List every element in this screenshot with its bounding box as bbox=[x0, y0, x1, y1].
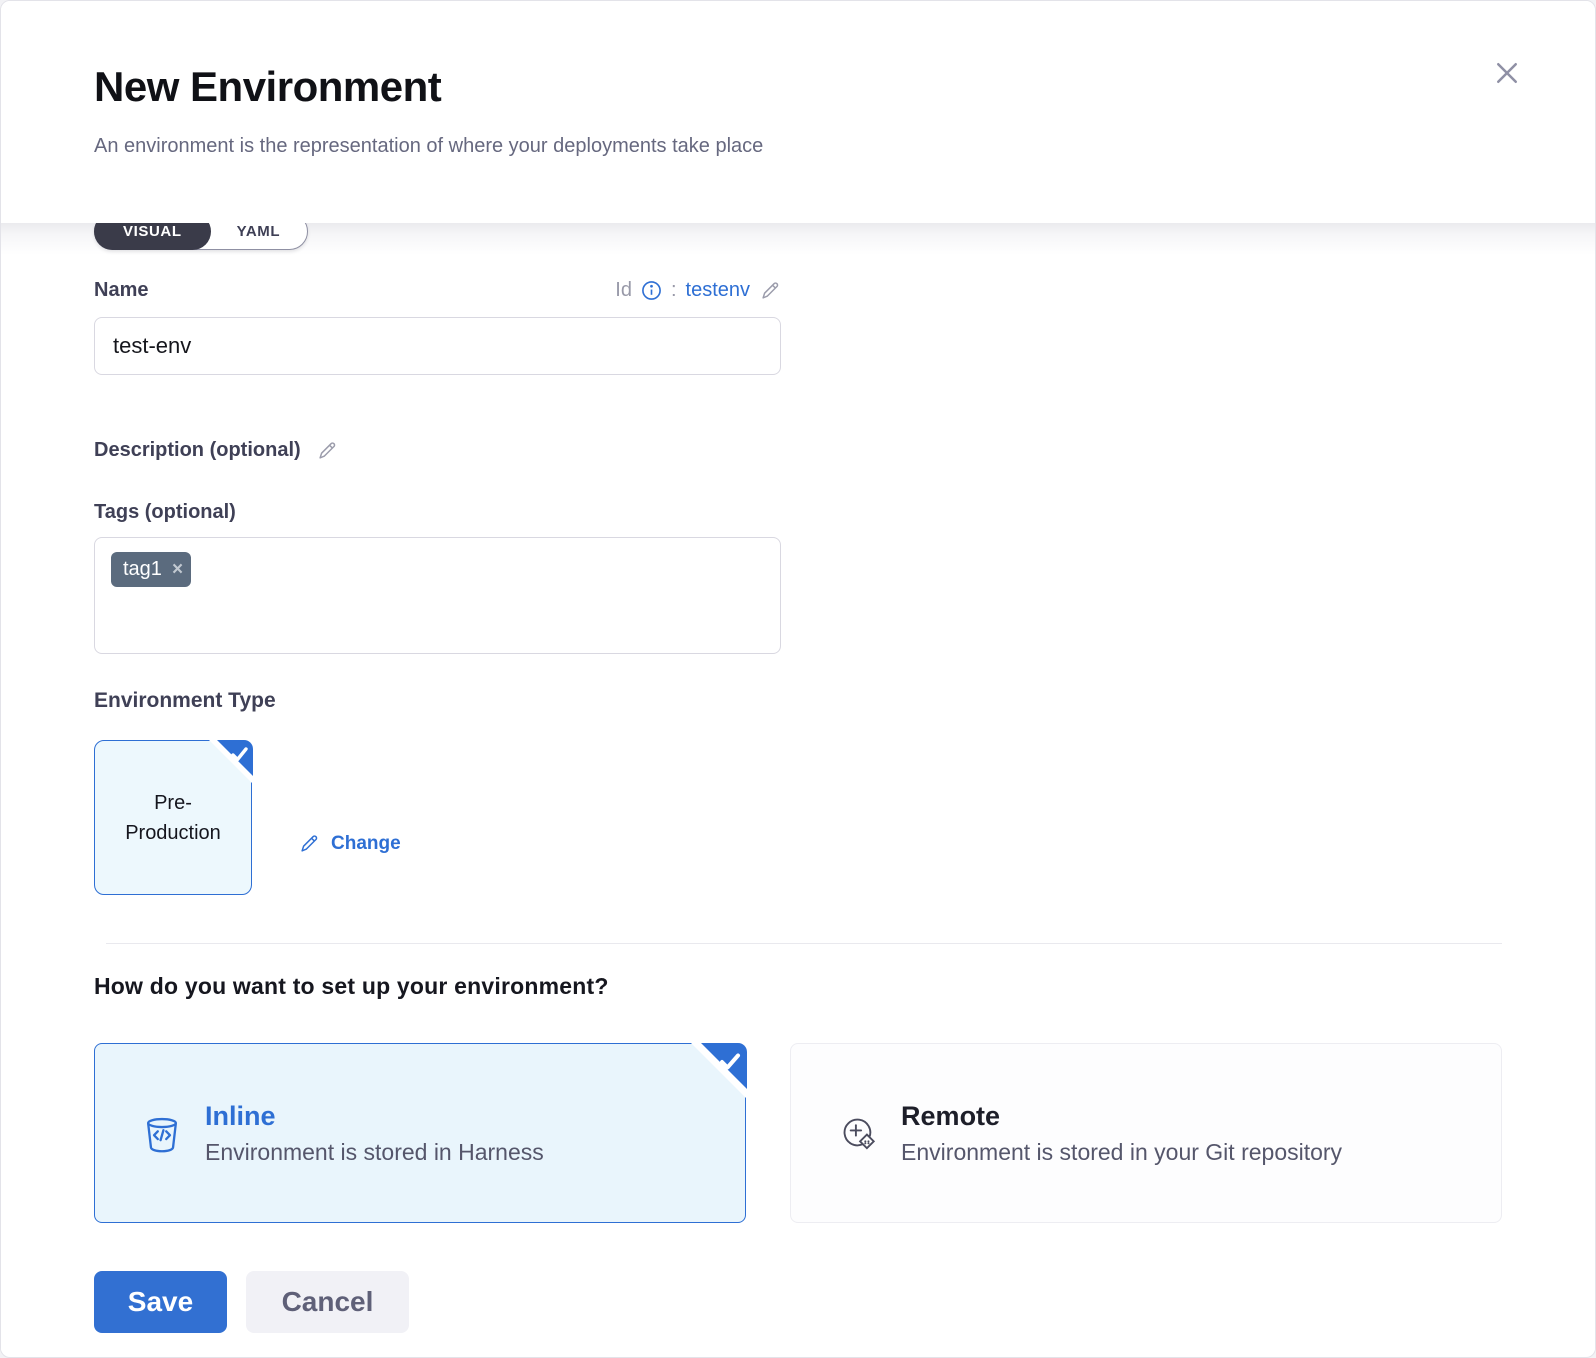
modal-body: VISUAL YAML Name Id : testenv Descriptio… bbox=[1, 223, 1595, 1351]
remote-option-title: Remote bbox=[901, 1101, 1342, 1132]
tags-label: Tags (optional) bbox=[94, 501, 1502, 524]
selected-check-corner bbox=[691, 1043, 747, 1099]
name-input[interactable] bbox=[94, 317, 781, 375]
edit-description-icon[interactable] bbox=[316, 440, 338, 462]
tag-chip: tag1 × bbox=[111, 552, 191, 587]
section-divider bbox=[106, 943, 1502, 944]
close-icon bbox=[1492, 58, 1522, 88]
environment-type-card-pre-production[interactable]: Pre-Production bbox=[94, 740, 252, 895]
edit-pencil-icon bbox=[298, 833, 320, 855]
edit-id-icon[interactable] bbox=[759, 280, 781, 302]
remote-git-icon bbox=[836, 1111, 880, 1155]
environment-type-label: Environment Type bbox=[94, 689, 1502, 713]
remove-tag-icon[interactable]: × bbox=[172, 560, 183, 579]
option-card-remote[interactable]: Remote Environment is stored in your Git… bbox=[790, 1043, 1502, 1223]
tag-chip-label: tag1 bbox=[123, 558, 162, 581]
close-button[interactable] bbox=[1485, 51, 1529, 95]
entity-id-row: Id : testenv bbox=[615, 279, 781, 302]
info-icon[interactable] bbox=[641, 280, 662, 301]
remote-option-description: Environment is stored in your Git reposi… bbox=[901, 1139, 1342, 1166]
environment-type-value: Pre-Production bbox=[107, 788, 239, 848]
id-separator: : bbox=[671, 279, 677, 302]
inline-option-title: Inline bbox=[205, 1101, 544, 1132]
modal-header: New Environment An environment is the re… bbox=[1, 1, 1595, 223]
selected-check-corner bbox=[209, 740, 253, 784]
name-label: Name bbox=[94, 279, 148, 302]
description-label: Description (optional) bbox=[94, 439, 301, 462]
cancel-button[interactable]: Cancel bbox=[246, 1271, 409, 1333]
tags-input[interactable]: tag1 × bbox=[94, 537, 781, 654]
page-title: New Environment bbox=[94, 63, 1502, 111]
inline-harness-bucket-icon bbox=[142, 1112, 182, 1154]
change-label: Change bbox=[331, 833, 401, 855]
setup-heading: How do you want to set up your environme… bbox=[94, 973, 1502, 1000]
change-environment-type-button[interactable]: Change bbox=[298, 792, 401, 895]
save-button[interactable]: Save bbox=[94, 1271, 227, 1333]
new-environment-modal: New Environment An environment is the re… bbox=[0, 0, 1596, 1358]
inline-option-description: Environment is stored in Harness bbox=[205, 1139, 544, 1166]
id-label: Id bbox=[615, 279, 632, 302]
id-value[interactable]: testenv bbox=[686, 279, 750, 302]
option-card-inline[interactable]: Inline Environment is stored in Harness bbox=[94, 1043, 746, 1223]
modal-subtitle: An environment is the representation of … bbox=[94, 135, 1502, 158]
